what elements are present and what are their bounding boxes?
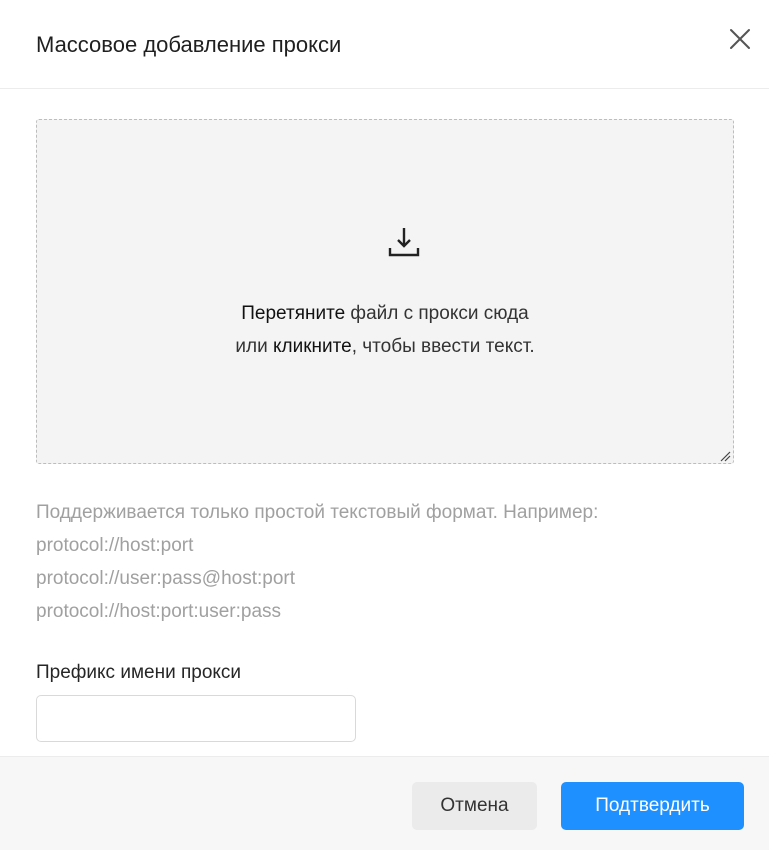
format-example: protocol://host:port <box>36 535 194 556</box>
dropzone-line-1-rest: файл с прокси сюда <box>345 303 529 324</box>
resize-handle-icon[interactable] <box>719 449 731 462</box>
dropzone-line-2: или кликните, чтобы ввести текст. <box>37 330 733 363</box>
prefix-label: Префикс имени прокси <box>36 662 242 683</box>
drag-word: Перетяните <box>241 303 346 324</box>
dropzone-line-2-pre: или <box>235 336 273 357</box>
dialog-title: Массовое добавление прокси <box>36 32 342 57</box>
dropzone-line-2-rest: , чтобы ввести текст. <box>351 336 535 357</box>
dialog-header: Массовое добавление прокси <box>0 0 769 89</box>
format-example: protocol://host:port:user:pass <box>36 601 282 622</box>
format-example: protocol://user:pass@host:port <box>36 568 296 589</box>
confirm-button[interactable]: Подтвердить <box>561 782 744 830</box>
format-hint: Поддерживается только простой текстовый … <box>36 496 598 628</box>
format-hint-intro: Поддерживается только простой текстовый … <box>36 502 599 523</box>
dropzone-line-1: Перетяните файл с прокси сюда <box>37 297 733 330</box>
click-word: кликните <box>272 336 352 357</box>
cancel-button[interactable]: Отмена <box>412 782 537 830</box>
prefix-input[interactable] <box>36 695 356 742</box>
download-icon <box>386 224 422 260</box>
dialog-footer: Отмена Подтвердить <box>0 756 769 850</box>
close-icon[interactable] <box>726 25 754 53</box>
proxy-dropzone[interactable]: Перетяните файл с прокси сюда или кликни… <box>36 119 734 464</box>
dropzone-text: Перетяните файл с прокси сюда или кликни… <box>37 297 733 363</box>
